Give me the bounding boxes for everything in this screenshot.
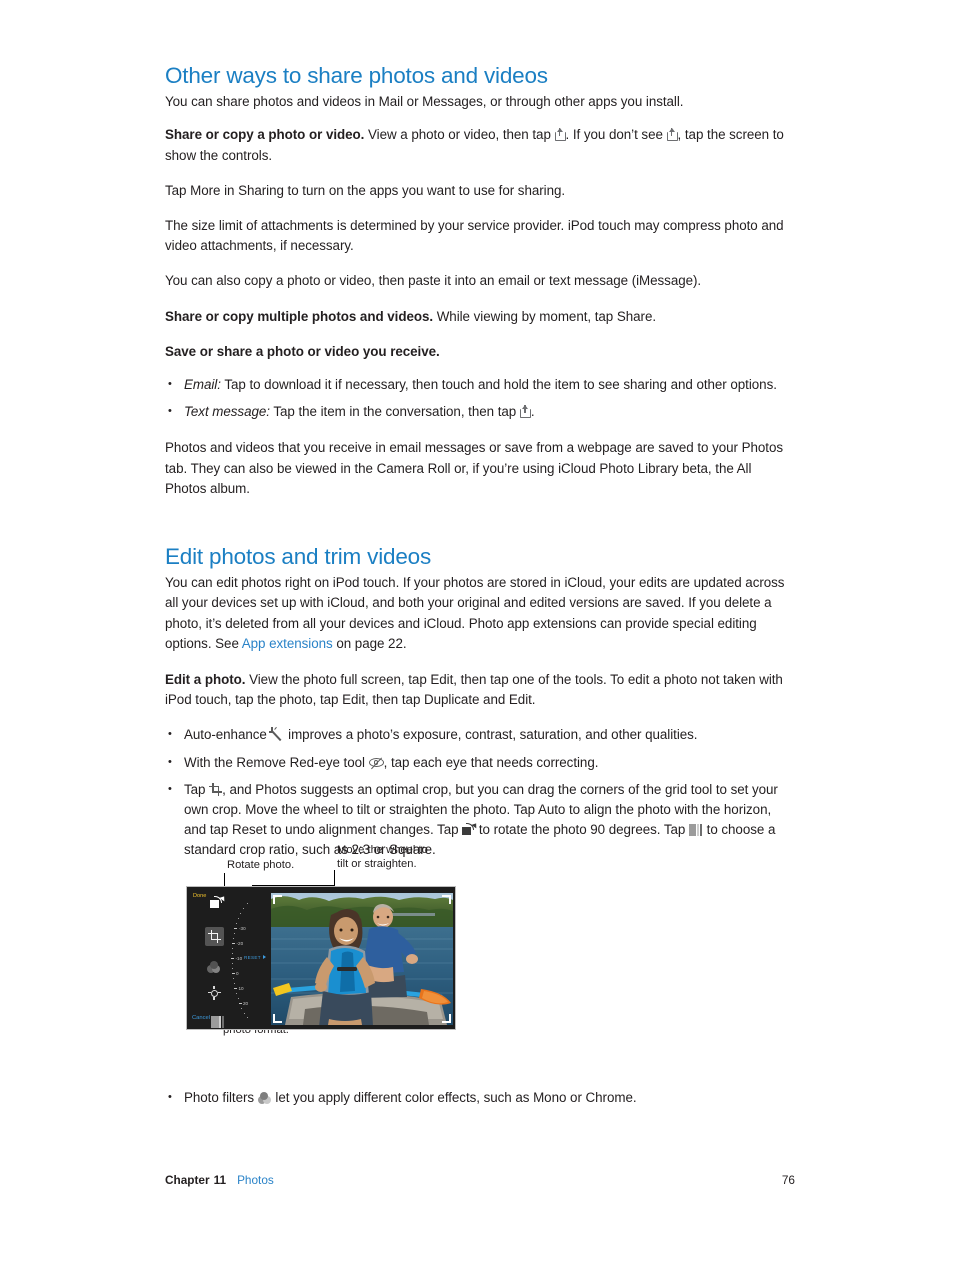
tilt-wheel[interactable]: -30 -20 -10 0 10 20	[231, 901, 267, 1019]
share-copy-paragraph: Share or copy a photo or video. View a p…	[165, 125, 795, 165]
footer-chapter-link[interactable]: Photos	[237, 1173, 274, 1187]
dial-label: 0	[236, 970, 239, 976]
save-share-lead: Save or share a photo or video you recei…	[165, 343, 440, 359]
share-copypaste-paragraph: You can also copy a photo or video, then…	[165, 273, 702, 289]
share-copy-text-a: View a photo or video, then tap	[364, 127, 555, 143]
section-title-edit: Edit photos and trim videos	[165, 543, 431, 569]
list-item-photo-filters: Photo filters let you apply different co…	[165, 1087, 795, 1108]
list-item-text-message: Text message: Tap the item in the conver…	[165, 401, 795, 422]
photo-filters-text-a: Photo filters	[184, 1090, 258, 1105]
crop-icon	[208, 930, 221, 943]
share-multiple-paragraph: Share or copy multiple photos and videos…	[165, 307, 795, 327]
footer-page-number: 76	[781, 1173, 795, 1187]
cancel-button[interactable]: Cancel	[192, 1015, 210, 1021]
photo-editor-figure: Rotate photo. Move the wheel to tilt or …	[186, 840, 656, 1080]
share-multiple-text: While viewing by moment, tap Share.	[433, 308, 657, 324]
rotate-icon	[210, 894, 227, 909]
crop-icon	[209, 782, 223, 796]
list-item-red-eye: With the Remove Red-eye tool , tap each …	[165, 752, 795, 773]
auto-enhance-text-a: Auto-enhance	[184, 727, 271, 743]
aspect-ratio-icon	[211, 1016, 225, 1028]
footer-chapter-number: 11	[213, 1173, 227, 1187]
text-message-label: Text message:	[184, 404, 270, 420]
list-item-auto-enhance: Auto-enhance improves a photo’s exposure…	[165, 724, 795, 745]
save-share-bullet-list: Email: Tap to download it if necessary, …	[165, 374, 795, 422]
manual-page: Other ways to share photos and videos Yo…	[0, 0, 954, 1265]
crop-handle-bottom-left[interactable]	[273, 1014, 282, 1023]
share-icon	[519, 404, 531, 419]
email-label: Email:	[184, 376, 221, 392]
share-icon	[554, 127, 566, 142]
save-share-lead-paragraph: Save or share a photo or video you recei…	[165, 342, 795, 362]
edit-a-photo-paragraph: Edit a photo. View the photo full screen…	[165, 670, 795, 710]
text-message-end: .	[530, 404, 535, 420]
edit-intro-text-b: on page 22.	[332, 635, 407, 651]
rotate-icon	[462, 821, 479, 836]
photo-preview[interactable]	[271, 893, 453, 1025]
edit-a-photo-text: View the photo full screen, tap Edit, th…	[165, 671, 783, 708]
adjustments-tool-button[interactable]	[207, 986, 221, 1000]
callout-move-wheel: Move the wheel to tilt or straighten.	[337, 844, 428, 870]
share-copy-lead: Share or copy a photo or video.	[165, 127, 365, 143]
share-copy-text-b: . If you don’t see	[565, 127, 667, 143]
dial-label: -30	[239, 925, 246, 931]
done-button[interactable]: Done	[193, 893, 206, 899]
leader-line-wheel-vertical	[334, 870, 335, 886]
magic-wand-icon	[268, 727, 284, 741]
page-footer: Chapter 11 Photos 76	[165, 1173, 795, 1187]
share-sizelimit-paragraph: The size limit of attachments is determi…	[165, 217, 784, 254]
edit-intro-paragraph: You can edit photos right on iPod touch.…	[165, 573, 795, 654]
footer-chapter-label: Chapter	[165, 1173, 210, 1187]
list-item-email: Email: Tap to download it if necessary, …	[165, 374, 795, 395]
photo-filters-text-b: let you apply different color effects, s…	[271, 1090, 637, 1105]
photo-filters-bullet-list: Photo filters let you apply different co…	[165, 1087, 795, 1108]
dial-label: -20	[236, 940, 244, 946]
page-content: Other ways to share photos and videos Yo…	[165, 62, 795, 876]
filters-tool-button[interactable]	[207, 958, 221, 976]
filters-icon	[257, 1092, 272, 1104]
saved-photos-paragraph: Photos and videos that you receive in em…	[165, 440, 784, 496]
app-extensions-link[interactable]: App extensions	[242, 636, 333, 651]
callout-rotate-photo: Rotate photo.	[227, 859, 295, 871]
section-title-share: Other ways to share photos and videos	[165, 63, 548, 88]
auto-enhance-text-b: improves a photo’s exposure, contrast, s…	[284, 727, 698, 743]
rotate-photo-button[interactable]	[210, 894, 227, 912]
red-eye-icon	[368, 757, 384, 769]
email-text: Tap to download it if necessary, then to…	[220, 376, 777, 392]
dial-label: 10	[238, 985, 244, 991]
red-eye-text-a: With the Remove Red-eye tool	[184, 754, 369, 770]
filters-icon	[207, 961, 221, 973]
share-multiple-lead: Share or copy multiple photos and videos…	[165, 308, 434, 324]
photo-filters-section: Photo filters let you apply different co…	[165, 1087, 795, 1123]
share-more-paragraph: Tap More in Sharing to turn on the apps …	[165, 182, 566, 198]
dial-label: 20	[243, 1000, 249, 1006]
crop-handle-top-right[interactable]	[442, 895, 451, 904]
text-message-text: Tap the item in the conversation, then t…	[269, 404, 520, 420]
dial-label: -10	[235, 955, 243, 961]
canoe-photo	[271, 893, 453, 1025]
crop-handle-top-left[interactable]	[273, 895, 282, 904]
crop-text-a: Tap	[184, 781, 210, 797]
edit-a-photo-lead: Edit a photo.	[165, 671, 246, 687]
crop-tool-button[interactable]	[205, 927, 224, 946]
crop-handle-bottom-right[interactable]	[442, 1014, 451, 1023]
aspect-ratio-button[interactable]	[211, 1013, 225, 1029]
share-icon	[666, 127, 678, 142]
aspect-ratio-icon	[688, 824, 703, 837]
photo-editor-screenshot: Done Cancel RESET -30 -20 -10 0 10 20	[186, 886, 456, 1030]
red-eye-text-b: , tap each eye that needs correcting.	[383, 754, 599, 770]
share-intro-paragraph: You can share photos and videos in Mail …	[165, 94, 684, 110]
crop-text-c: to rotate the photo 90 degrees. Tap	[475, 822, 689, 838]
